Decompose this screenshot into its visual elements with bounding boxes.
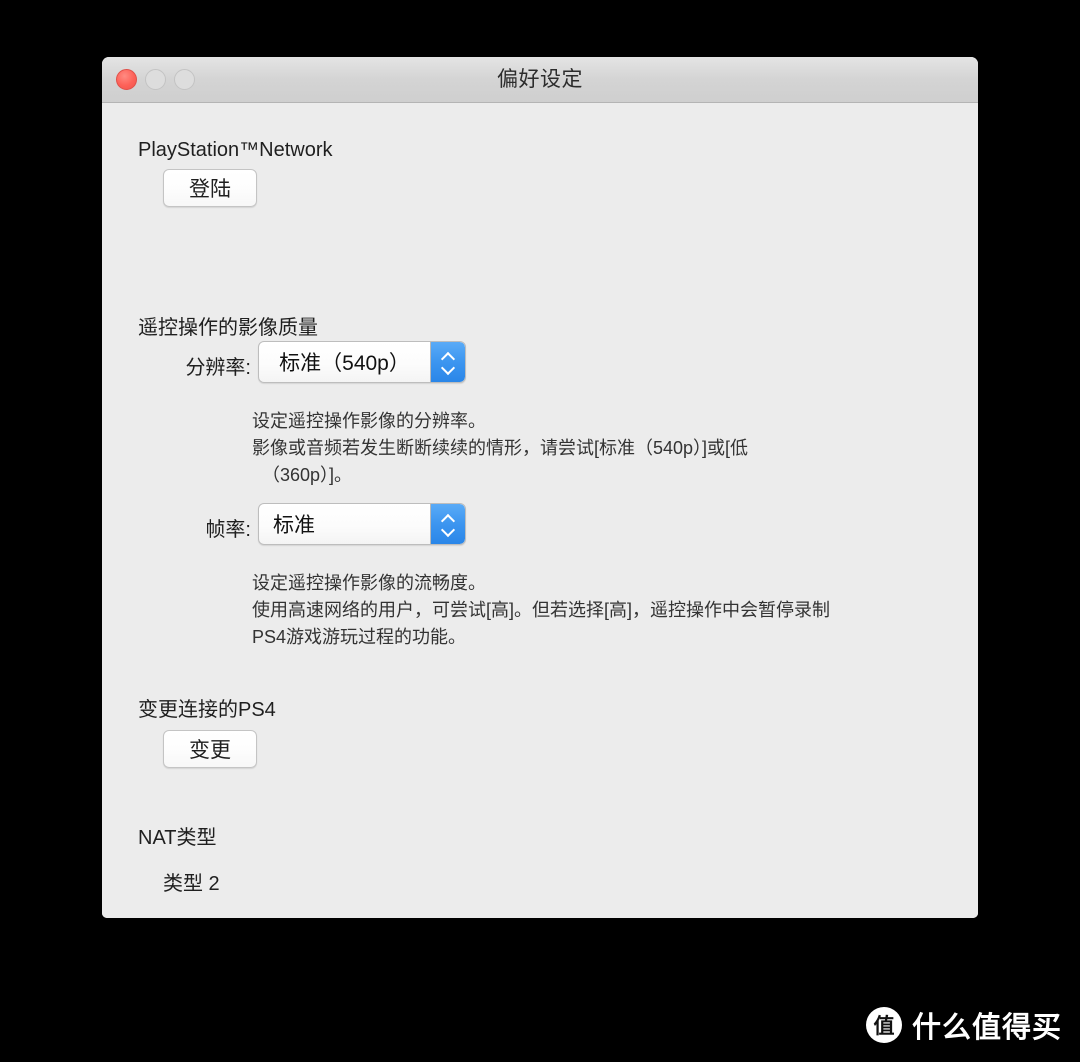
psn-signin-button[interactable]: 登陆	[163, 169, 257, 207]
window-title: 偏好设定	[497, 68, 583, 91]
resolution-stepper-arrows[interactable]	[430, 342, 465, 382]
watermark-text: 什么值得买	[911, 1012, 1062, 1044]
video-quality-section-title: 遥控操作的影像质量	[138, 317, 318, 339]
framerate-help-line-1: 设定遥控操作影像的流畅度。	[252, 573, 486, 593]
resolution-help-line-3: （360p）]。	[252, 465, 353, 485]
window-titlebar: 偏好设定	[102, 57, 978, 103]
resolution-select-value: 标准（540p）	[279, 352, 410, 375]
framerate-select-value: 标准	[273, 514, 315, 537]
chevron-up-icon	[442, 353, 455, 361]
framerate-help-line-3: PS4游戏游玩过程的功能。	[252, 627, 467, 647]
nat-type-section-title: NAT类型	[138, 827, 217, 849]
framerate-label: 帧率:	[205, 519, 251, 541]
resolution-label: 分辨率:	[185, 357, 251, 379]
psn-section-title: PlayStation™Network	[138, 139, 333, 161]
chevron-down-icon	[442, 364, 455, 372]
nat-type-value: 类型 2	[163, 873, 220, 895]
chevron-down-icon	[442, 526, 455, 534]
change-ps4-section-title: 变更连接的PS4	[138, 699, 276, 721]
preferences-content: PlayStation™Network 登陆 遥控操作的影像质量 分辨率: 标准…	[102, 103, 978, 918]
watermark-badge-icon: 值	[865, 1007, 902, 1043]
watermark: 值 什么值得买	[865, 1004, 1062, 1046]
preferences-window: 偏好设定 PlayStation™Network 登陆 遥控操作的影像质量 分辨…	[102, 57, 978, 918]
resolution-select[interactable]: 标准（540p）	[258, 341, 466, 383]
chevron-up-icon	[442, 515, 455, 523]
resolution-help-line-2: 影像或音频若发生断断续续的情形，请尝试[标准（540p）]或[低	[252, 438, 749, 458]
resolution-help-line-1: 设定遥控操作影像的分辨率。	[252, 411, 486, 431]
framerate-select[interactable]: 标准	[258, 503, 466, 545]
framerate-help-line-2: 使用高速网络的用户，可尝试[高]。但若选择[高]，遥控操作中会暂停录制	[252, 600, 831, 620]
framerate-stepper-arrows[interactable]	[430, 504, 465, 544]
change-ps4-button[interactable]: 变更	[163, 730, 257, 768]
